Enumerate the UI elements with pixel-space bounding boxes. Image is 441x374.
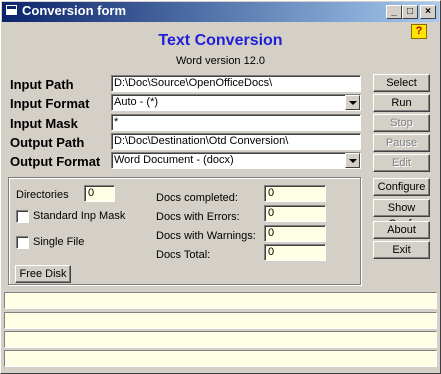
output-format-label: Output Format xyxy=(10,154,101,169)
about-button[interactable]: About xyxy=(373,221,430,239)
standard-mask-label: Standard Inp Mask xyxy=(33,210,126,222)
edit-button[interactable]: Edit xyxy=(373,154,430,172)
status-line-4 xyxy=(4,350,437,367)
maximize-button[interactable]: □ xyxy=(402,5,418,19)
window-icon[interactable] xyxy=(5,4,18,16)
output-format-value: Word Document - (docx) xyxy=(114,154,234,166)
docs-total-value: 0 xyxy=(264,244,326,261)
docs-errors-label: Docs with Errors: xyxy=(156,211,240,223)
word-version: Word version 12.0 xyxy=(175,55,266,67)
single-file-checkbox[interactable] xyxy=(16,236,29,249)
input-mask-label: Input Mask xyxy=(10,116,78,131)
input-format-value: Auto - (*) xyxy=(114,96,159,108)
directories-field[interactable]: 0 xyxy=(84,185,115,202)
directories-label: Directories xyxy=(16,189,69,201)
docs-errors-value: 0 xyxy=(264,205,326,222)
close-button[interactable]: × xyxy=(420,5,436,19)
status-line-2 xyxy=(4,312,437,329)
input-path-label: Input Path xyxy=(10,77,74,92)
input-format-select[interactable]: Auto - (*) xyxy=(111,94,361,111)
free-disk-button[interactable]: Free Disk xyxy=(15,265,71,283)
status-line-3 xyxy=(4,331,437,348)
stop-button[interactable]: Stop xyxy=(373,114,430,132)
input-format-label: Input Format xyxy=(10,96,90,111)
chevron-down-icon[interactable] xyxy=(345,153,360,168)
output-path-label: Output Path xyxy=(10,135,85,150)
chevron-down-icon[interactable] xyxy=(345,95,360,110)
pause-button[interactable]: Pause xyxy=(373,134,430,152)
help-icon[interactable]: ? xyxy=(411,24,427,39)
single-file-label: Single File xyxy=(33,236,85,248)
standard-mask-checkbox[interactable] xyxy=(16,210,29,223)
minimize-button[interactable]: _ xyxy=(386,5,402,19)
docs-completed-value: 0 xyxy=(264,185,326,202)
docs-total-label: Docs Total: xyxy=(156,249,211,261)
configure-button[interactable]: Configure xyxy=(373,178,430,196)
page-title: Text Conversion xyxy=(158,32,283,49)
window-title: Conversion form xyxy=(22,3,127,18)
exit-button[interactable]: Exit xyxy=(373,241,430,259)
select-button[interactable]: Select xyxy=(373,74,430,92)
run-button[interactable]: Run xyxy=(373,94,430,112)
docs-completed-label: Docs completed: xyxy=(156,192,238,204)
output-path-field[interactable]: D:\Doc\Destination\Otd Conversion\ xyxy=(111,133,361,150)
docs-warnings-label: Docs with Warnings: xyxy=(156,230,256,242)
show-conf-button[interactable]: Show Conf. xyxy=(373,199,430,230)
docs-warnings-value: 0 xyxy=(264,225,326,242)
input-path-field[interactable]: D:\Doc\Source\OpenOfficeDocs\ xyxy=(111,75,361,92)
output-format-select[interactable]: Word Document - (docx) xyxy=(111,152,361,169)
input-mask-field[interactable]: * xyxy=(111,114,361,131)
status-line-1 xyxy=(4,292,437,309)
